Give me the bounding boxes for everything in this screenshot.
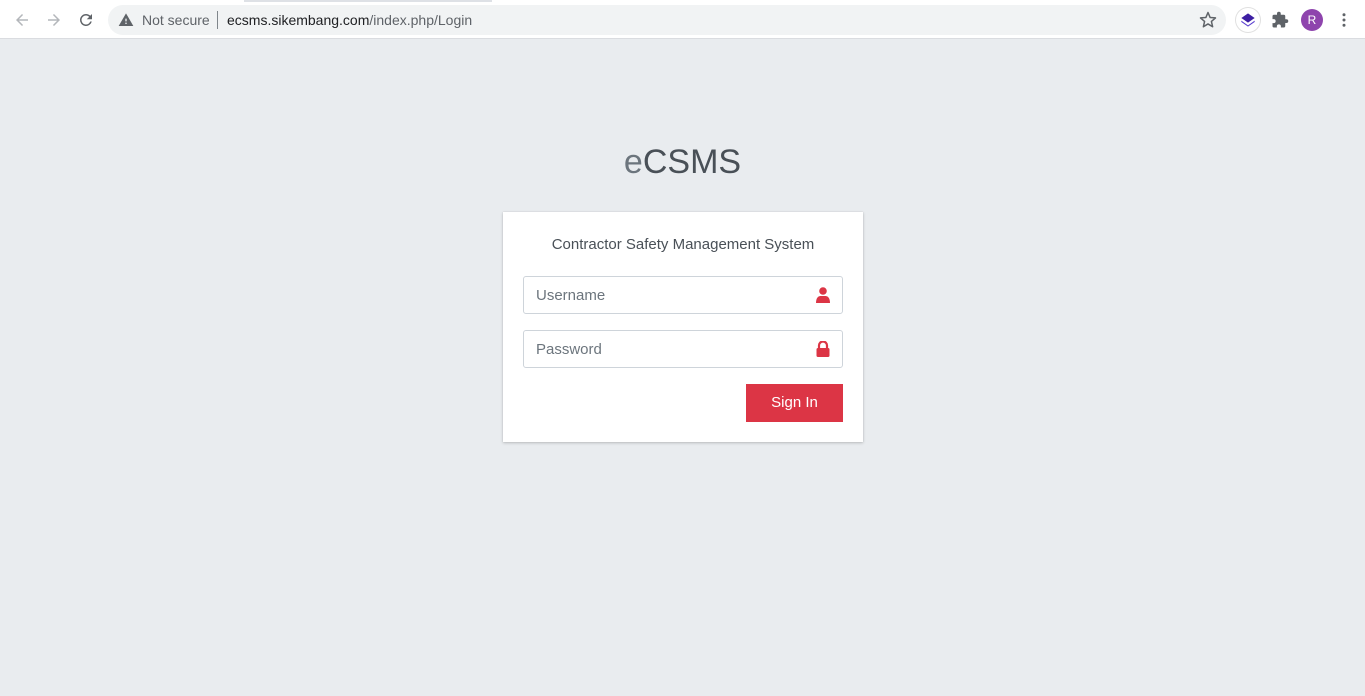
- login-subtitle: Contractor Safety Management System: [551, 236, 815, 253]
- address-bar[interactable]: Not secure ecsms.sikembang.com/index.php…: [108, 5, 1226, 35]
- puzzle-icon: [1272, 11, 1289, 28]
- security-status[interactable]: Not secure: [142, 12, 210, 28]
- browser-menu-button[interactable]: [1332, 8, 1356, 32]
- url-text[interactable]: ecsms.sikembang.com/index.php/Login: [227, 12, 472, 28]
- password-group: [523, 330, 843, 368]
- browser-toolbar: Not secure ecsms.sikembang.com/index.php…: [0, 0, 1365, 39]
- kebab-menu-icon: [1342, 13, 1346, 27]
- lock-icon: [815, 341, 831, 357]
- url-path: /index.php/Login: [369, 12, 473, 28]
- arrow-right-icon: [48, 14, 60, 26]
- user-icon: [815, 287, 831, 303]
- username-input[interactable]: [524, 277, 804, 313]
- reload-button[interactable]: [74, 8, 98, 32]
- forward-button[interactable]: [42, 8, 66, 32]
- shield-extension-icon: [1236, 8, 1260, 32]
- extensions-menu-button[interactable]: [1268, 8, 1292, 32]
- logo-prefix: e: [623, 143, 643, 181]
- warning-triangle-icon[interactable]: [118, 12, 134, 28]
- active-tab-edge: [244, 0, 492, 2]
- reload-icon: [79, 13, 92, 26]
- sign-in-button[interactable]: Sign In: [746, 384, 843, 422]
- back-button[interactable]: [10, 8, 34, 32]
- profile-button[interactable]: R: [1300, 8, 1324, 32]
- logo-main: CSMS: [642, 143, 742, 181]
- address-separator: [217, 11, 218, 29]
- extension-button[interactable]: [1236, 8, 1260, 32]
- avatar: R: [1301, 9, 1323, 31]
- url-host: ecsms.sikembang.com: [227, 12, 370, 28]
- star-icon[interactable]: [1199, 11, 1217, 29]
- username-group: [523, 276, 843, 314]
- password-input[interactable]: [524, 331, 804, 367]
- arrow-left-icon: [16, 14, 28, 26]
- app-logo[interactable]: eCSMS: [0, 142, 1365, 182]
- login-card: Contractor Safety Management System Sign…: [503, 212, 863, 442]
